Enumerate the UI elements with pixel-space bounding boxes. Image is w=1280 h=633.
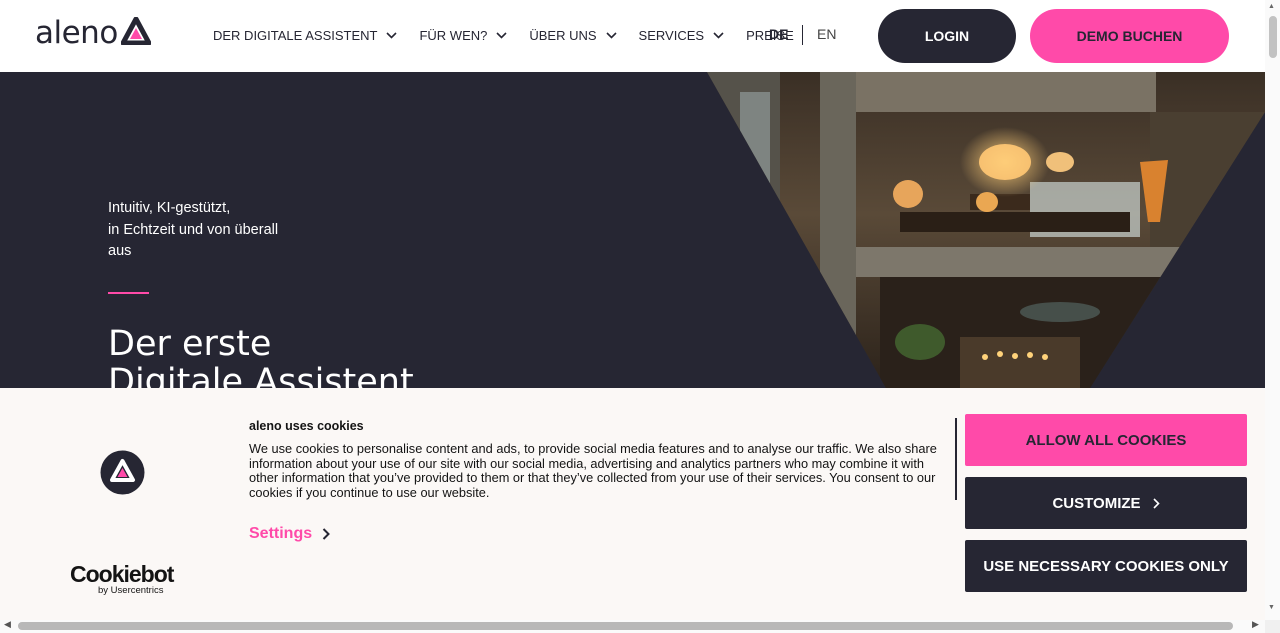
nav-item-ueber-uns[interactable]: ÜBER UNS xyxy=(529,27,617,43)
language-de-link[interactable]: DE xyxy=(769,26,788,42)
hero-title-line: Der erste xyxy=(108,324,272,364)
scroll-up-arrow-icon[interactable]: ▲ xyxy=(1268,3,1275,10)
main-nav: DER DIGITALE ASSISTENT FÜR WEN? ÜBER UNS… xyxy=(213,25,816,45)
horizontal-scrollbar-thumb[interactable] xyxy=(18,622,1233,630)
language-en-link[interactable]: EN xyxy=(817,26,836,42)
vertical-scrollbar[interactable] xyxy=(1265,0,1280,620)
site-header: aleno DER DIGITALE ASSISTENT FÜR WEN? ÜB… xyxy=(0,0,1265,72)
cookie-banner-text: We use cookies to personalise content an… xyxy=(249,441,937,500)
cookie-banner-divider xyxy=(955,418,957,500)
nav-item-services[interactable]: SERVICES xyxy=(639,28,725,43)
vertical-scrollbar-thumb[interactable] xyxy=(1269,16,1277,58)
nav-item-label: ÜBER UNS xyxy=(529,27,597,43)
nav-item-label: DER DIGITALE ASSISTENT xyxy=(213,27,378,43)
cookie-settings-label: Settings xyxy=(249,525,313,542)
necessary-cookies-only-label: USE NECESSARY COOKIES ONLY xyxy=(983,557,1229,575)
cookiebot-brand-by: by Usercentrics xyxy=(98,585,164,596)
chevron-right-icon xyxy=(1152,497,1160,509)
nav-item-digitale-assistent[interactable]: DER DIGITALE ASSISTENT xyxy=(213,27,398,43)
chevron-down-icon xyxy=(605,31,617,39)
nav-item-fuer-wen[interactable]: FÜR WEN? xyxy=(419,28,507,43)
language-divider xyxy=(802,25,803,45)
hero-accent-line xyxy=(108,292,149,294)
nav-item-label: FÜR WEN? xyxy=(419,27,488,43)
logo-text: aleno xyxy=(35,15,118,51)
chevron-right-icon xyxy=(322,528,331,540)
login-button[interactable]: LOGIN xyxy=(878,9,1016,63)
cookie-settings-link[interactable]: Settings xyxy=(249,525,331,543)
aleno-logo[interactable]: aleno xyxy=(35,16,151,50)
scroll-down-arrow-icon[interactable]: ▼ xyxy=(1268,604,1275,611)
necessary-cookies-only-button[interactable]: USE NECESSARY COOKIES ONLY xyxy=(965,540,1247,592)
aleno-triangle-icon xyxy=(100,450,145,495)
scroll-right-arrow-icon[interactable]: ▶ xyxy=(1252,619,1259,630)
aleno-triangle-icon xyxy=(120,17,151,45)
scrollbar-corner xyxy=(1265,620,1280,633)
hero-subtitle: Intuitiv, KI-gestützt, in Echtzeit und v… xyxy=(108,198,328,263)
chevron-down-icon xyxy=(713,31,724,39)
cookie-banner-title: aleno uses cookies xyxy=(249,419,364,433)
cookie-banner: Cookiebot by Usercentrics aleno uses coo… xyxy=(0,388,1265,620)
cookiebot-logo[interactable]: Cookiebot by Usercentrics xyxy=(70,562,174,596)
allow-all-cookies-label: ALLOW ALL COOKIES xyxy=(1025,431,1187,449)
cookiebot-brand-name: Cookiebot xyxy=(70,561,174,587)
hero-section: Intuitiv, KI-gestützt, in Echtzeit und v… xyxy=(0,72,1265,388)
demo-booking-button[interactable]: DEMO BUCHEN xyxy=(1030,9,1229,63)
chevron-down-icon xyxy=(386,31,398,39)
scroll-left-arrow-icon[interactable]: ◀ xyxy=(4,619,11,630)
chevron-down-icon xyxy=(496,31,507,39)
hero-subtitle-line: Intuitiv, KI-gestützt, xyxy=(108,200,231,216)
hero-subtitle-line: in Echtzeit und von überall xyxy=(108,221,279,238)
nav-item-label: SERVICES xyxy=(638,27,705,43)
customize-cookies-button[interactable]: CUSTOMIZE xyxy=(965,477,1247,529)
allow-all-cookies-button[interactable]: ALLOW ALL COOKIES xyxy=(965,414,1247,466)
hero-title-line: Digitale Assistent xyxy=(108,362,414,388)
hero-subtitle-line: aus xyxy=(108,243,132,259)
hero-title: Der erste Digitale Assistent xyxy=(108,325,414,388)
customize-cookies-label: CUSTOMIZE xyxy=(1052,494,1141,512)
